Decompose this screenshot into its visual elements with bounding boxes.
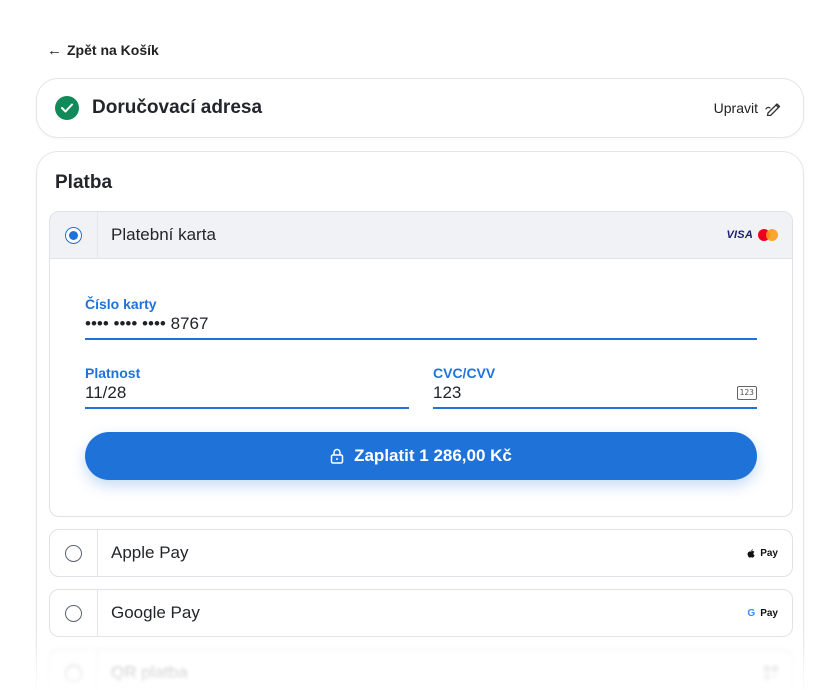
method-label-google-pay: Google Pay [111,603,200,622]
google-pay-text: Pay [760,607,778,619]
method-google-pay[interactable]: Google Pay G Pay [49,589,793,637]
expiry-label: Platnost [85,365,141,381]
cvc-value: 123 [433,383,462,402]
address-section: Doručovací adresa Upravit [36,78,804,138]
expiry-input[interactable]: 11/28 [85,383,409,409]
radio-card[interactable] [65,226,82,244]
lock-icon [330,448,344,464]
method-label-apple-pay: Apple Pay [111,543,189,562]
google-g-icon: G [747,607,756,619]
method-card[interactable]: Platební karta VISA [50,212,792,259]
check-circle-icon [55,96,79,120]
radio-google-pay[interactable] [65,604,82,622]
radio-apple-pay[interactable] [65,544,82,562]
expiry-field[interactable]: Platnost 11/28 [85,365,409,409]
qr-icon [764,666,778,680]
pay-button-label: Zaplatit 1 286,00 Kč [354,446,512,465]
arrow-left-icon: ← [47,41,62,59]
cvc-label: CVC/CVV [433,365,496,381]
back-link-label: Zpět na Košík [67,42,159,58]
edit-label: Upravit [713,100,758,116]
mastercard-logo [758,229,778,241]
card-brand-logos: VISA [727,229,778,241]
radio-container [50,650,98,690]
edit-address-button[interactable]: Upravit [714,100,783,116]
card-number-value: •••• •••• •••• 8767 [85,314,209,333]
card-payment-panel: Platební karta VISA Číslo karty •••• •••… [49,211,793,517]
radio-qr-payment[interactable] [65,664,82,682]
google-pay-logo: G Pay [747,608,778,619]
card-number-field[interactable]: Číslo karty •••• •••• •••• 8767 [85,296,757,340]
method-label-qr-payment: QR platba [111,663,188,682]
apple-pay-text: Pay [760,547,778,559]
address-title: Doručovací adresa [92,97,263,118]
back-to-cart-link[interactable]: ← Zpět na Košík [47,42,159,58]
radio-container [50,530,98,576]
radio-container [50,590,98,636]
pencil-icon [765,103,781,116]
card-number-label: Číslo karty [85,296,157,312]
payment-section: Platba Platební karta VISA Číslo karty •… [36,151,804,690]
radio-container [50,212,98,258]
card-number-input[interactable]: •••• •••• •••• 8767 [85,314,757,340]
cvc-card-icon: 123 [736,386,757,400]
payment-title: Platba [55,172,113,193]
method-label-card: Platební karta [111,225,216,244]
method-qr-payment[interactable]: QR platba [49,649,793,690]
cvc-input[interactable]: 123 123 [433,383,757,409]
cvc-field[interactable]: CVC/CVV 123 123 [433,365,757,409]
apple-pay-logo: Pay [747,548,778,559]
pay-button[interactable]: Zaplatit 1 286,00 Kč [85,432,757,480]
apple-icon [747,548,755,558]
method-apple-pay[interactable]: Apple Pay Pay [49,529,793,577]
expiry-value: 11/28 [85,383,127,402]
visa-logo: VISA [726,229,753,241]
